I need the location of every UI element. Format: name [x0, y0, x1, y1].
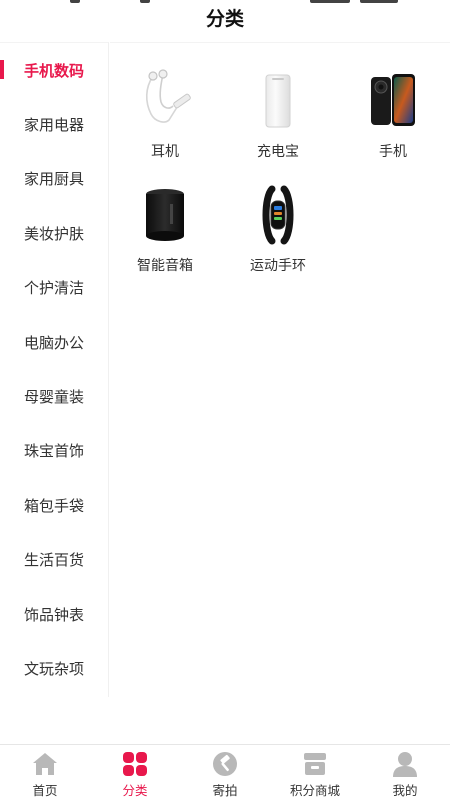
subcategory-smart-speaker[interactable]: 智能音箱 [110, 175, 220, 285]
sidebar-item-label: 个护清洁 [24, 279, 85, 298]
sidebar-item-kitchenware[interactable]: 家用厨具 [0, 152, 108, 206]
tab-mine[interactable]: 我的 [360, 745, 450, 800]
category-grid-icon [122, 751, 148, 777]
sidebar-item-label: 珠宝首饰 [24, 442, 85, 461]
sidebar-item-computer-office[interactable]: 电脑办公 [0, 315, 108, 369]
sidebar-item-label: 手机数码 [24, 61, 85, 80]
page-title: 分类 [205, 8, 244, 30]
subcategory-label: 充电宝 [257, 144, 299, 160]
sidebar-item-label: 饰品钟表 [24, 605, 85, 624]
subcategory-label: 智能音箱 [137, 258, 193, 274]
subcategory-label: 手机 [379, 144, 407, 160]
subcategory-earphones[interactable]: 耳机 [110, 61, 220, 171]
sidebar-item-home-appliances[interactable]: 家用电器 [0, 97, 108, 151]
tab-label: 分类 [122, 783, 148, 798]
sidebar-item-beauty-skincare[interactable]: 美妆护肤 [0, 206, 108, 260]
home-icon [32, 751, 58, 777]
sidebar-item-personal-care[interactable]: 个护清洁 [0, 261, 108, 315]
sidebar-item-label: 美妆护肤 [24, 224, 85, 243]
active-indicator [0, 60, 4, 79]
sidebar-item-label: 家用厨具 [24, 170, 85, 189]
tab-category[interactable]: 分类 [90, 745, 180, 800]
sidebar-item-label: 家用电器 [24, 116, 85, 135]
tab-consign[interactable]: 寄拍 [180, 745, 270, 800]
sidebar-item-label: 电脑办公 [24, 333, 85, 352]
sidebar-item-label: 文玩杂项 [24, 659, 85, 678]
power-bank-image [223, 61, 333, 141]
tab-home[interactable]: 首页 [0, 745, 90, 800]
tab-points-mall[interactable]: 积分商城 [270, 745, 360, 800]
subcategory-grid: 耳机 充电宝 手机 智能音箱 运动手环 [110, 42, 450, 697]
sidebar-item-jewelry[interactable]: 珠宝首饰 [0, 424, 108, 478]
sidebar-item-bags[interactable]: 箱包手袋 [0, 478, 108, 532]
subcategory-fitness-band[interactable]: 运动手环 [223, 175, 333, 285]
smartphone-image [338, 61, 448, 141]
tab-label: 首页 [32, 783, 58, 798]
store-icon [302, 751, 328, 777]
sidebar-item-baby-kids[interactable]: 母婴童装 [0, 369, 108, 423]
sidebar-item-label: 母婴童装 [24, 388, 85, 407]
fitness-band-image [223, 175, 333, 255]
sidebar-item-label: 生活百货 [24, 551, 85, 570]
earphones-image [110, 61, 220, 141]
sidebar-item-phones-digital[interactable]: 手机数码 [0, 43, 108, 97]
subcategory-label: 耳机 [151, 144, 179, 160]
subcategory-label: 运动手环 [250, 258, 306, 274]
smart-speaker-image [110, 175, 220, 255]
sidebar-item-collectibles[interactable]: 文玩杂项 [0, 641, 108, 695]
sidebar-item-label: 箱包手袋 [24, 496, 85, 515]
user-icon [392, 751, 418, 777]
auction-hammer-icon [212, 751, 238, 777]
tab-label: 积分商城 [289, 783, 340, 798]
page-header: 分类 [0, 0, 450, 42]
sidebar-item-daily-goods[interactable]: 生活百货 [0, 533, 108, 587]
subcategory-power-bank[interactable]: 充电宝 [223, 61, 333, 171]
category-sidebar: 手机数码 家用电器 家用厨具 美妆护肤 个护清洁 电脑办公 母婴童装 珠宝首饰 … [0, 42, 109, 697]
sidebar-item-watches-accessories[interactable]: 饰品钟表 [0, 587, 108, 641]
tab-label: 我的 [392, 783, 418, 798]
subcategory-smartphone[interactable]: 手机 [338, 61, 448, 171]
tab-label: 寄拍 [212, 783, 238, 798]
bottom-tab-bar: 首页 分类 寄拍 积分商城 我的 [0, 744, 450, 800]
